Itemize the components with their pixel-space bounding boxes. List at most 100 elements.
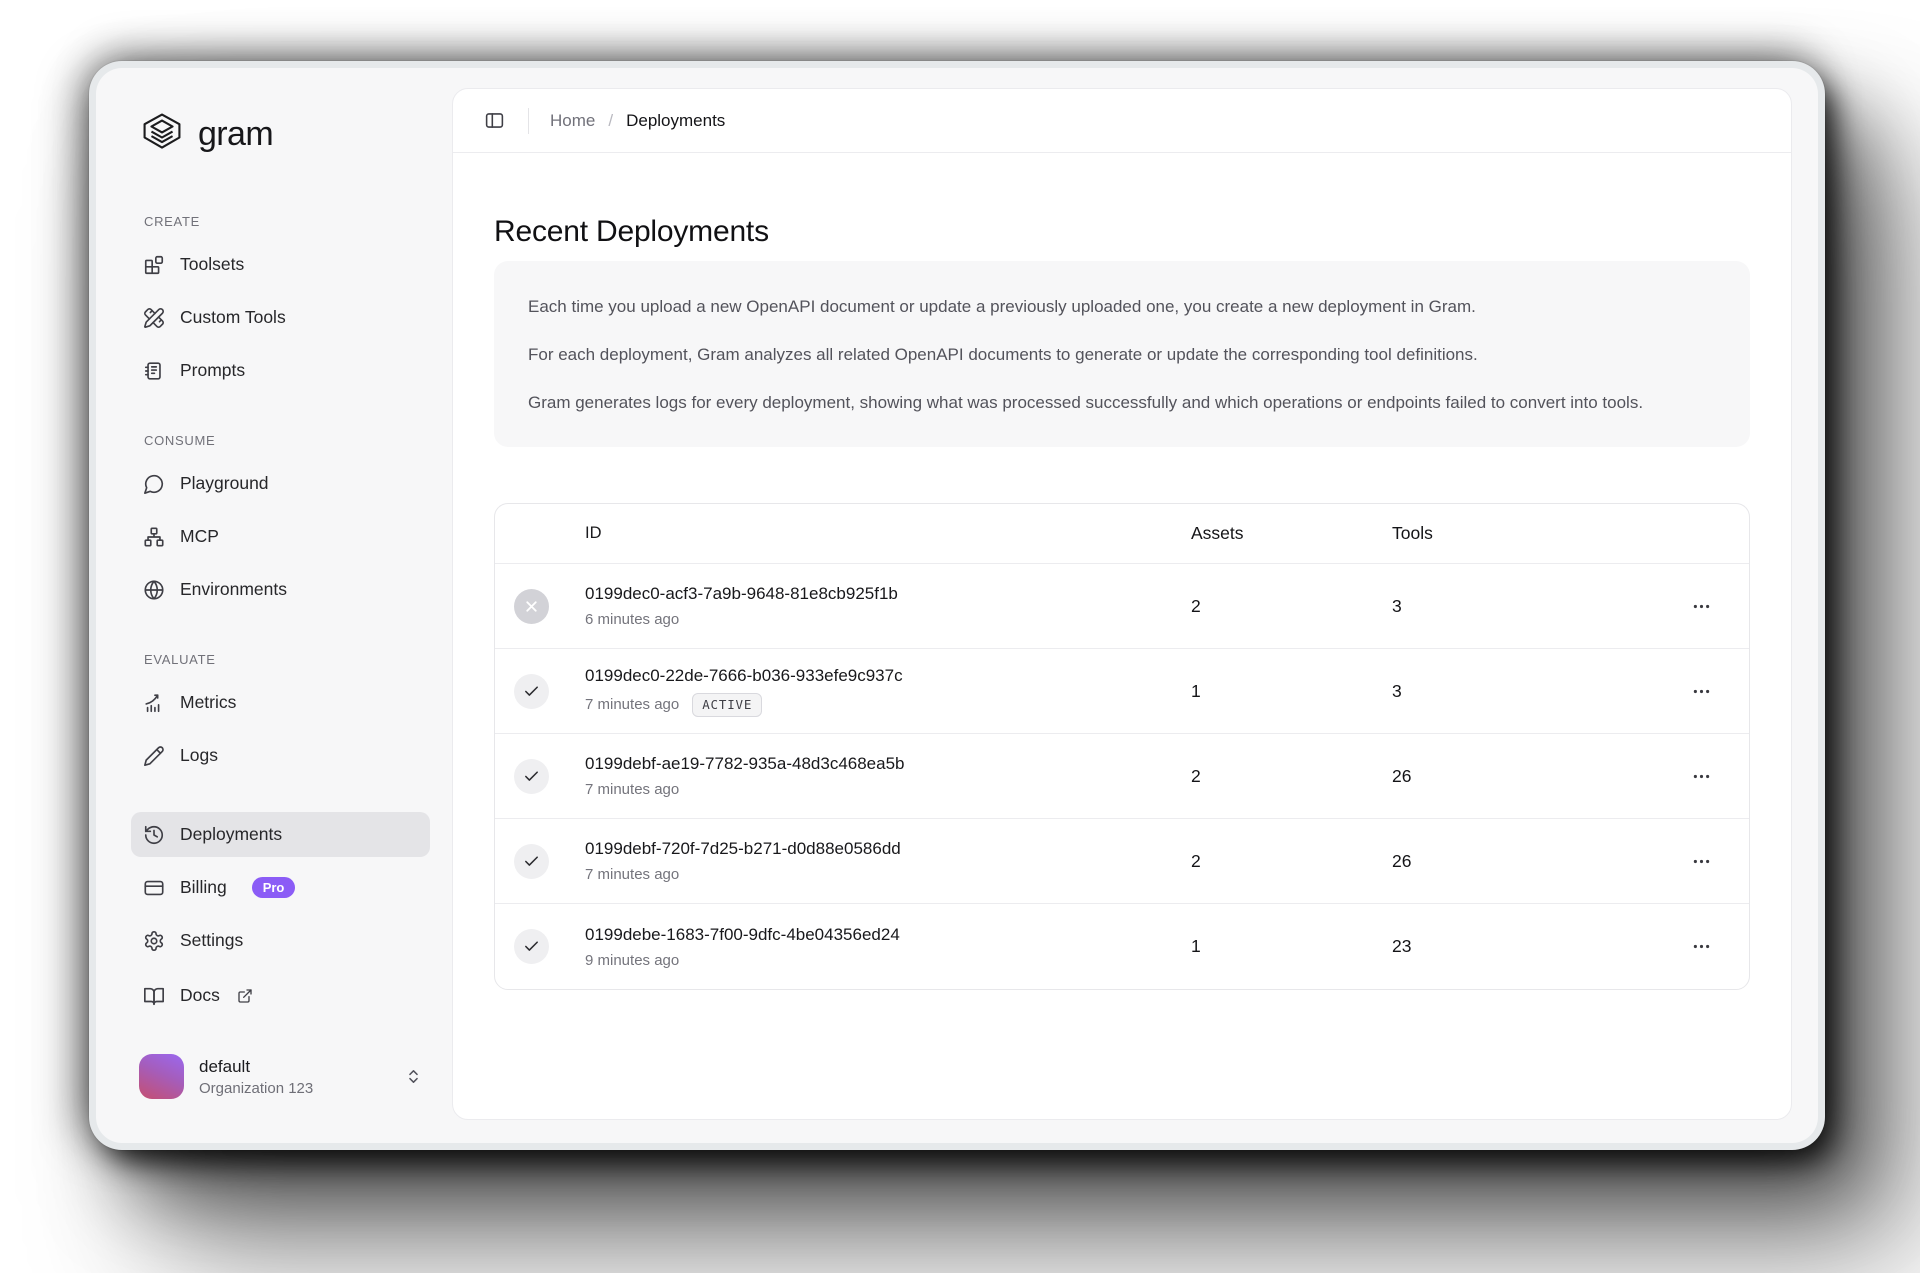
deployment-time: 7 minutes ago xyxy=(585,866,679,883)
playground-icon xyxy=(143,473,165,495)
section-evaluate: EVALUATE Metrics xyxy=(131,652,430,778)
deployment-id: 0199debf-720f-7d25-b271-d0d88e0586dd xyxy=(585,839,1187,859)
section-label-create: CREATE xyxy=(144,214,430,230)
status-success-icon xyxy=(514,844,549,879)
description-paragraph: Gram generates logs for every deployment… xyxy=(528,390,1716,416)
deployment-time: 7 minutes ago xyxy=(585,781,679,798)
sidebar-item-label: Deployments xyxy=(180,824,282,845)
sidebar-item-environments[interactable]: Environments xyxy=(131,567,430,612)
description-paragraph: For each deployment, Gram analyzes all r… xyxy=(528,342,1716,368)
tools-count: 26 xyxy=(1388,766,1653,787)
brand-name: gram xyxy=(198,115,273,154)
chevrons-up-down-icon xyxy=(405,1068,422,1085)
org-switcher[interactable]: default Organization 123 xyxy=(131,1054,430,1099)
sidebar-item-metrics[interactable]: Metrics xyxy=(131,680,430,725)
sidebar-item-prompts[interactable]: Prompts xyxy=(131,348,430,393)
row-menu-button[interactable] xyxy=(1683,843,1720,880)
docs-icon xyxy=(143,985,165,1007)
sidebar-item-logs[interactable]: Logs xyxy=(131,733,430,778)
table-header: ID Assets Tools xyxy=(495,504,1749,564)
metrics-icon xyxy=(143,692,165,714)
gram-logo-icon xyxy=(140,110,184,159)
section-label-evaluate: EVALUATE xyxy=(144,652,430,668)
sidebar-item-label: Custom Tools xyxy=(180,307,286,328)
tools-count: 3 xyxy=(1388,681,1653,702)
sidebar-item-label: Billing xyxy=(180,877,227,898)
deployment-id: 0199dec0-acf3-7a9b-9648-81e8cb925f1b xyxy=(585,584,1187,604)
breadcrumb-home[interactable]: Home xyxy=(550,111,595,131)
sidebar-item-billing[interactable]: Billing Pro xyxy=(131,865,430,910)
mcp-icon xyxy=(143,526,165,548)
main-card: Home / Deployments Recent Deployments Ea… xyxy=(452,88,1792,1120)
sidebar-item-toolsets[interactable]: Toolsets xyxy=(131,242,430,287)
assets-count: 2 xyxy=(1187,851,1388,872)
breadcrumb: Home / Deployments xyxy=(550,111,725,131)
row-menu-button[interactable] xyxy=(1683,673,1720,710)
table-row[interactable]: 0199dec0-acf3-7a9b-9648-81e8cb925f1b 6 m… xyxy=(495,564,1749,649)
breadcrumb-separator: / xyxy=(608,111,613,131)
status-success-icon xyxy=(514,674,549,709)
org-subtitle: Organization 123 xyxy=(199,1080,390,1097)
page-content: Recent Deployments Each time you upload … xyxy=(453,153,1791,990)
column-tools: Tools xyxy=(1388,523,1653,544)
logs-icon xyxy=(143,745,165,767)
deployment-id: 0199dec0-22de-7666-b036-933efe9c937c xyxy=(585,666,1187,686)
status-failed-icon xyxy=(514,589,549,624)
sidebar-item-label: MCP xyxy=(180,526,219,547)
table-row[interactable]: 0199debf-720f-7d25-b271-d0d88e0586dd 7 m… xyxy=(495,819,1749,904)
tools-count: 26 xyxy=(1388,851,1653,872)
assets-count: 2 xyxy=(1187,766,1388,787)
sidebar-item-label: Toolsets xyxy=(180,254,244,275)
divider xyxy=(528,108,529,134)
sidebar-item-settings[interactable]: Settings xyxy=(131,918,430,963)
sidebar-toggle-icon[interactable] xyxy=(482,108,507,133)
row-menu-button[interactable] xyxy=(1683,588,1720,625)
deployment-time: 9 minutes ago xyxy=(585,952,679,969)
page-title: Recent Deployments xyxy=(494,215,1750,249)
main-area: Home / Deployments Recent Deployments Ea… xyxy=(452,68,1818,1143)
deployments-icon xyxy=(143,824,165,846)
table-row[interactable]: 0199debf-ae19-7782-935a-48d3c468ea5b 7 m… xyxy=(495,734,1749,819)
tools-count: 23 xyxy=(1388,936,1653,957)
deployment-id: 0199debe-1683-7f00-9dfc-4be04356ed24 xyxy=(585,925,1187,945)
app-window: gram CREATE Toolsets xyxy=(96,68,1818,1143)
billing-icon xyxy=(143,877,165,899)
section-consume: CONSUME Playground xyxy=(131,433,430,612)
table-row[interactable]: 0199debe-1683-7f00-9dfc-4be04356ed24 9 m… xyxy=(495,904,1749,989)
custom-tools-icon xyxy=(143,307,165,329)
external-link-icon xyxy=(237,988,253,1004)
sidebar-item-label: Docs xyxy=(180,985,220,1006)
org-info: default Organization 123 xyxy=(199,1057,390,1097)
section-deployments-group: Deployments Billing Pro xyxy=(131,812,430,963)
toolsets-icon xyxy=(143,254,165,276)
sidebar-item-playground[interactable]: Playground xyxy=(131,461,430,506)
pro-badge: Pro xyxy=(252,877,296,898)
status-success-icon xyxy=(514,929,549,964)
active-badge: ACTIVE xyxy=(692,693,762,717)
sidebar-item-label: Playground xyxy=(180,473,269,494)
assets-count: 1 xyxy=(1187,681,1388,702)
sidebar-item-mcp[interactable]: MCP xyxy=(131,514,430,559)
sidebar-item-deployments[interactable]: Deployments xyxy=(131,812,430,857)
row-menu-button[interactable] xyxy=(1683,758,1720,795)
settings-icon xyxy=(143,930,165,952)
column-assets: Assets xyxy=(1187,523,1388,544)
prompts-icon xyxy=(143,360,165,382)
sidebar-item-label: Settings xyxy=(180,930,243,951)
deployment-time: 7 minutes ago xyxy=(585,696,679,713)
description-panel: Each time you upload a new OpenAPI docum… xyxy=(494,261,1750,447)
sidebar-item-custom-tools[interactable]: Custom Tools xyxy=(131,295,430,340)
sidebar-item-label: Environments xyxy=(180,579,287,600)
row-menu-button[interactable] xyxy=(1683,928,1720,965)
sidebar: gram CREATE Toolsets xyxy=(96,68,452,1143)
deployments-table: ID Assets Tools 0199dec0-acf3 xyxy=(494,503,1750,990)
breadcrumb-current: Deployments xyxy=(626,111,725,131)
table-row[interactable]: 0199dec0-22de-7666-b036-933efe9c937c 7 m… xyxy=(495,649,1749,734)
section-docs: Docs xyxy=(131,973,430,1018)
sidebar-nav: CREATE Toolsets xyxy=(131,214,430,1018)
sidebar-item-label: Logs xyxy=(180,745,218,766)
description-paragraph: Each time you upload a new OpenAPI docum… xyxy=(528,294,1716,320)
deployment-id: 0199debf-ae19-7782-935a-48d3c468ea5b xyxy=(585,754,1187,774)
sidebar-item-docs[interactable]: Docs xyxy=(131,973,430,1018)
assets-count: 1 xyxy=(1187,936,1388,957)
